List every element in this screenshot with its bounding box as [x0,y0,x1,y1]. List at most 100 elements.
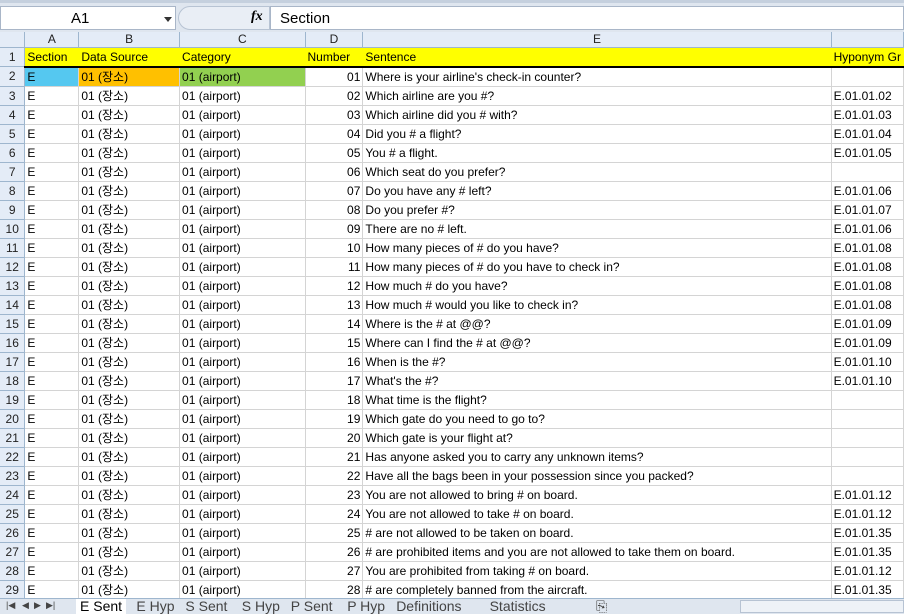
cell[interactable]: You are prohibited from taking # on boar… [362,561,832,581]
cell[interactable]: E.01.01.08 [831,257,904,277]
cell[interactable]: E.01.01.35 [831,523,904,543]
cell[interactable]: E [24,219,80,239]
cell[interactable]: Which airline are you #? [362,86,832,106]
cell[interactable]: E.01.01.12 [831,561,904,581]
cell[interactable]: 25 [305,523,364,543]
cell[interactable]: 01 (장소) [78,561,181,581]
cell[interactable]: 01 (장소) [78,409,181,429]
cell[interactable]: 12 [305,276,364,296]
cell[interactable]: 22 [305,466,364,486]
cell[interactable]: Which gate do you need to go to? [362,409,832,429]
cell[interactable]: 01 (airport) [179,371,306,391]
cell[interactable]: 01 (airport) [179,580,306,600]
cell[interactable]: 01 (airport) [179,561,306,581]
cell[interactable]: 01 (장소) [78,295,181,315]
sheet-tab[interactable]: Statistics [486,599,550,614]
cell[interactable]: E.01.01.10 [831,352,904,372]
row-header[interactable]: 24 [0,485,26,505]
sheet-tab[interactable]: E Hyp [132,599,178,614]
cell[interactable]: 01 (airport) [179,143,306,163]
cell[interactable]: Do you have any # left? [362,181,832,201]
cell[interactable]: E.01.01.08 [831,295,904,315]
cell[interactable]: 01 (장소) [78,86,181,106]
cell[interactable]: E.01.01.35 [831,580,904,600]
horizontal-scrollbar[interactable] [740,600,904,613]
cell[interactable]: E.01.01.08 [831,276,904,296]
cell[interactable]: 01 (장소) [78,466,181,486]
row-header[interactable]: 4 [0,105,26,125]
cell[interactable]: E.01.01.12 [831,504,904,524]
cell[interactable] [831,390,904,410]
cell[interactable]: 26 [305,542,364,562]
insert-sheet-icon[interactable]: ⎘ [592,599,611,614]
cell[interactable]: E [24,542,80,562]
cell[interactable]: E [24,390,80,410]
cell[interactable] [831,66,904,87]
row-header[interactable]: 26 [0,523,26,543]
column-header[interactable]: A [24,32,80,48]
row-header[interactable]: 29 [0,580,26,600]
sheet-tab[interactable]: P Sent [287,599,337,614]
cell[interactable]: 01 (장소) [78,352,181,372]
cell[interactable]: 01 (장소) [78,105,181,125]
cell[interactable]: 17 [305,371,364,391]
cell[interactable]: 18 [305,390,364,410]
cell[interactable]: Which airline did you # with? [362,105,832,125]
cell[interactable]: E.01.01.09 [831,333,904,353]
column-header[interactable]: E [362,32,832,48]
sheet-tab[interactable]: Definitions [392,599,465,614]
row-header[interactable]: 20 [0,409,26,429]
cell[interactable]: 01 (airport) [179,485,306,505]
cell[interactable]: 01 (장소) [78,257,181,277]
header-cell[interactable]: Data Source [78,47,181,68]
cell[interactable]: 01 (장소) [78,238,181,258]
cell[interactable]: 16 [305,352,364,372]
cell[interactable]: 10 [305,238,364,258]
cell[interactable]: E [24,143,80,163]
header-cell[interactable]: Hyponym Gr [831,47,904,68]
cell[interactable]: E [24,466,80,486]
column-header[interactable]: B [78,32,181,48]
cell[interactable]: # are prohibited items and you are not a… [362,542,832,562]
row-header[interactable]: 12 [0,257,26,277]
cell[interactable]: E [24,124,80,144]
cell[interactable]: 01 (airport) [179,238,306,258]
cell[interactable]: Where can I find the # at @@? [362,333,832,353]
cell[interactable]: 01 (airport) [179,333,306,353]
cell[interactable]: Do you prefer #? [362,200,832,220]
first-sheet-icon[interactable]: |◀ [6,600,15,611]
cell[interactable]: Have all the bags been in your possessio… [362,466,832,486]
cell[interactable]: E [24,200,80,220]
cell[interactable]: E [24,485,80,505]
row-header[interactable]: 23 [0,466,26,486]
cell[interactable]: 01 (airport) [179,257,306,277]
cell[interactable]: E.01.01.12 [831,485,904,505]
row-header[interactable]: 14 [0,295,26,315]
cell[interactable]: How many pieces of # do you have? [362,238,832,258]
cell[interactable]: 01 [305,66,364,87]
cell[interactable]: 05 [305,143,364,163]
cell[interactable]: There are no # left. [362,219,832,239]
row-header[interactable]: 21 [0,428,26,448]
row-header[interactable]: 3 [0,86,26,106]
cell[interactable]: 01 (airport) [179,390,306,410]
header-cell[interactable]: Number [305,47,364,68]
row-header[interactable]: 10 [0,219,26,239]
cell[interactable]: E.01.01.03 [831,105,904,125]
cell[interactable]: E [24,295,80,315]
cell[interactable]: E [24,409,80,429]
cell[interactable]: 01 (장소) [78,276,181,296]
cell[interactable]: E.01.01.02 [831,86,904,106]
cell[interactable]: You are not allowed to take # on board. [362,504,832,524]
cell[interactable]: 03 [305,105,364,125]
cell[interactable]: E [24,66,80,87]
cell[interactable]: 01 (장소) [78,66,181,87]
row-header[interactable]: 17 [0,352,26,372]
cell[interactable]: E.01.01.09 [831,314,904,334]
cell[interactable]: How much # would you like to check in? [362,295,832,315]
cell[interactable]: 01 (airport) [179,428,306,448]
cell[interactable]: 01 (장소) [78,181,181,201]
cell[interactable]: 01 (airport) [179,314,306,334]
row-header[interactable]: 18 [0,371,26,391]
cell[interactable]: E [24,561,80,581]
